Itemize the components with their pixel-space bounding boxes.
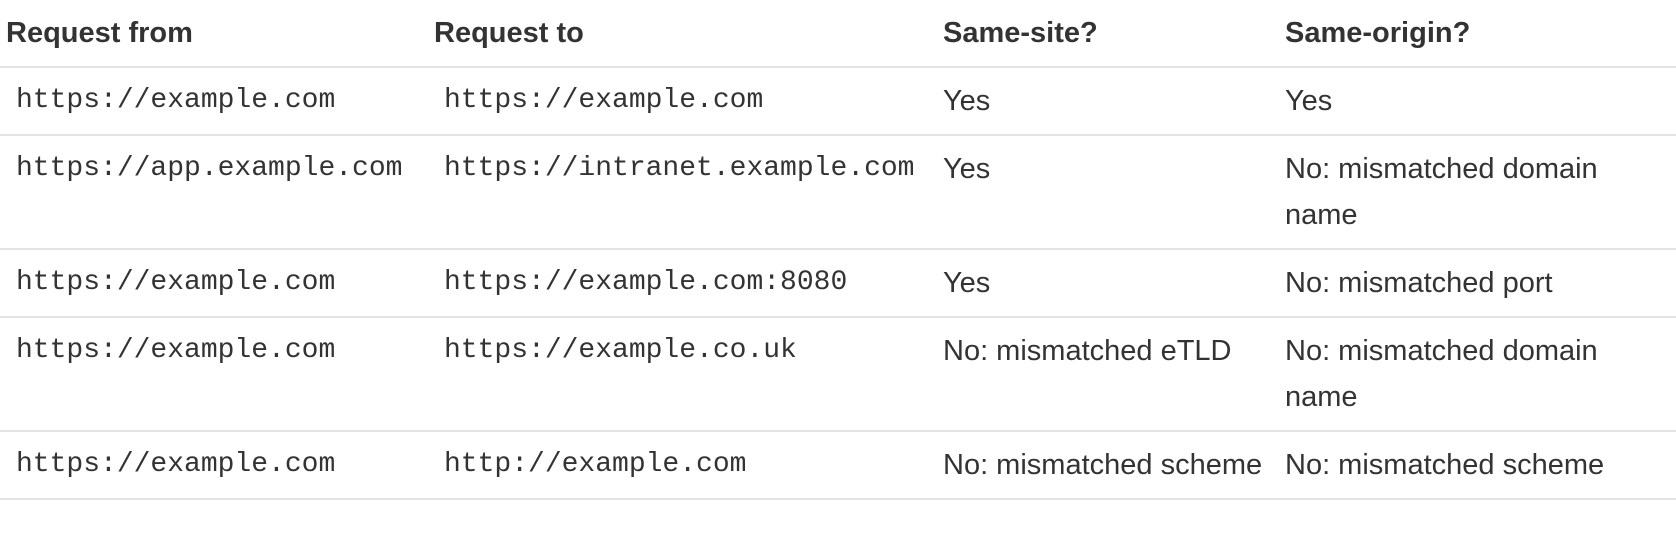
- table-row: https://example.com http://example.com N…: [0, 431, 1676, 500]
- url-code: https://example.com: [444, 85, 764, 116]
- table-row: https://app.example.com https://intranet…: [0, 135, 1676, 250]
- cell-same-origin: No: mismatched domain name: [1279, 135, 1676, 250]
- cell-same-site: No: mismatched eTLD: [937, 317, 1279, 432]
- url-code: https://example.com: [16, 449, 336, 480]
- table-header: Request from Request to Same-site? Same-…: [0, 0, 1676, 68]
- cell-request-from: https://example.com: [0, 67, 428, 136]
- url-code: https://example.com: [16, 85, 336, 116]
- cell-request-from: https://example.com: [0, 431, 428, 500]
- table-body: https://example.com https://example.com …: [0, 67, 1676, 500]
- url-code: http://example.com: [444, 449, 747, 480]
- header-request-from: Request from: [0, 0, 428, 68]
- header-same-origin: Same-origin?: [1279, 0, 1676, 68]
- cell-same-origin: No: mismatched scheme: [1279, 431, 1676, 500]
- cell-request-from: https://example.com: [0, 249, 428, 318]
- comparison-table: Request from Request to Same-site? Same-…: [0, 0, 1676, 500]
- cell-same-site: Yes: [937, 67, 1279, 136]
- header-row: Request from Request to Same-site? Same-…: [0, 0, 1676, 68]
- cell-request-to: https://example.co.uk: [428, 317, 937, 432]
- table-row: https://example.com https://example.com …: [0, 67, 1676, 136]
- cell-same-site: Yes: [937, 135, 1279, 250]
- cell-same-origin: Yes: [1279, 67, 1676, 136]
- cell-request-to: http://example.com: [428, 431, 937, 500]
- url-code: https://example.co.uk: [444, 335, 797, 366]
- table-row: https://example.com https://example.com:…: [0, 249, 1676, 318]
- cell-same-site: No: mismatched scheme: [937, 431, 1279, 500]
- url-code: https://example.com:8080: [444, 267, 848, 298]
- table-row: https://example.com https://example.co.u…: [0, 317, 1676, 432]
- url-code: https://app.example.com: [16, 153, 403, 184]
- header-request-to: Request to: [428, 0, 937, 68]
- cell-same-site: Yes: [937, 249, 1279, 318]
- url-code: https://intranet.example.com: [444, 153, 915, 184]
- cell-request-to: https://intranet.example.com: [428, 135, 937, 250]
- header-same-site: Same-site?: [937, 0, 1279, 68]
- cell-request-from: https://app.example.com: [0, 135, 428, 250]
- url-code: https://example.com: [16, 335, 336, 366]
- url-code: https://example.com: [16, 267, 336, 298]
- cell-same-origin: No: mismatched domain name: [1279, 317, 1676, 432]
- cell-request-to: https://example.com: [428, 67, 937, 136]
- cell-same-origin: No: mismatched port: [1279, 249, 1676, 318]
- cell-request-from: https://example.com: [0, 317, 428, 432]
- cell-request-to: https://example.com:8080: [428, 249, 937, 318]
